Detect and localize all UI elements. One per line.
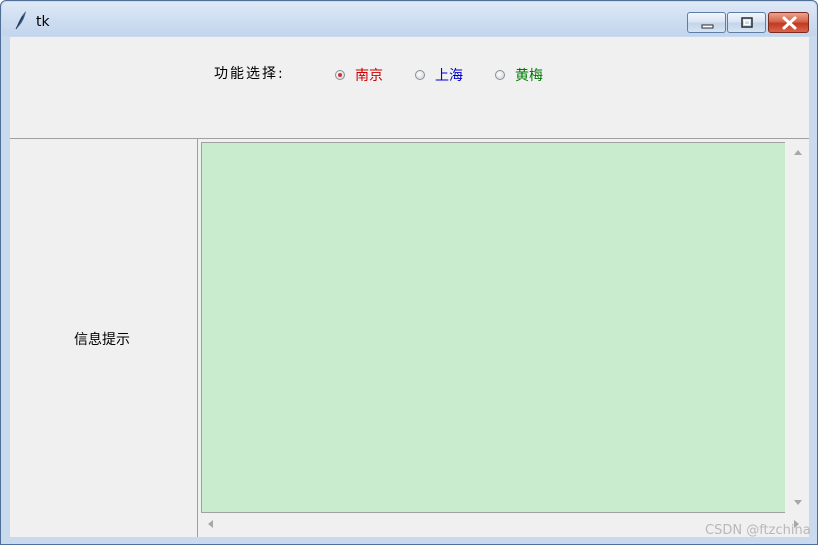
radio-shanghai[interactable]: 上海	[415, 65, 463, 85]
watermark: CSDN @ftzchina	[705, 523, 811, 538]
radio-nanjing[interactable]: 南京	[335, 65, 383, 85]
title-bar[interactable]: tk	[2, 2, 816, 36]
vertical-scrollbar[interactable]	[788, 142, 807, 513]
radio-unchecked-icon	[415, 70, 425, 80]
selection-frame: 功能选择: 南京 上海 黄梅	[10, 37, 809, 139]
client-area: 功能选择: 南京 上海 黄梅 信息提示	[10, 37, 809, 537]
window-title: tk	[36, 14, 50, 30]
scroll-left-icon[interactable]	[208, 520, 213, 528]
scroll-up-icon[interactable]	[794, 150, 802, 155]
close-icon	[782, 16, 797, 30]
minimize-icon	[701, 24, 714, 29]
radio-huangmei-label: 黄梅	[515, 68, 543, 84]
radio-shanghai-label: 上海	[435, 68, 463, 84]
info-label: 信息提示	[74, 332, 130, 348]
minimize-button[interactable]	[687, 12, 726, 33]
radio-nanjing-label: 南京	[355, 68, 383, 84]
radio-huangmei[interactable]: 黄梅	[495, 65, 543, 85]
info-panel: 信息提示	[10, 139, 198, 537]
radio-unchecked-icon	[495, 70, 505, 80]
close-button[interactable]	[768, 12, 809, 33]
info-text-area[interactable]	[201, 142, 785, 513]
app-window: tk 功能选择: 南京 上海 黄梅 信息提示 CSDN @ftzchina	[0, 0, 818, 545]
feather-icon	[15, 11, 26, 30]
function-select-label: 功能选择:	[214, 66, 285, 82]
maximize-button[interactable]	[727, 12, 766, 33]
scroll-down-icon[interactable]	[794, 500, 802, 505]
radio-checked-icon	[335, 70, 345, 80]
maximize-icon	[741, 17, 753, 28]
